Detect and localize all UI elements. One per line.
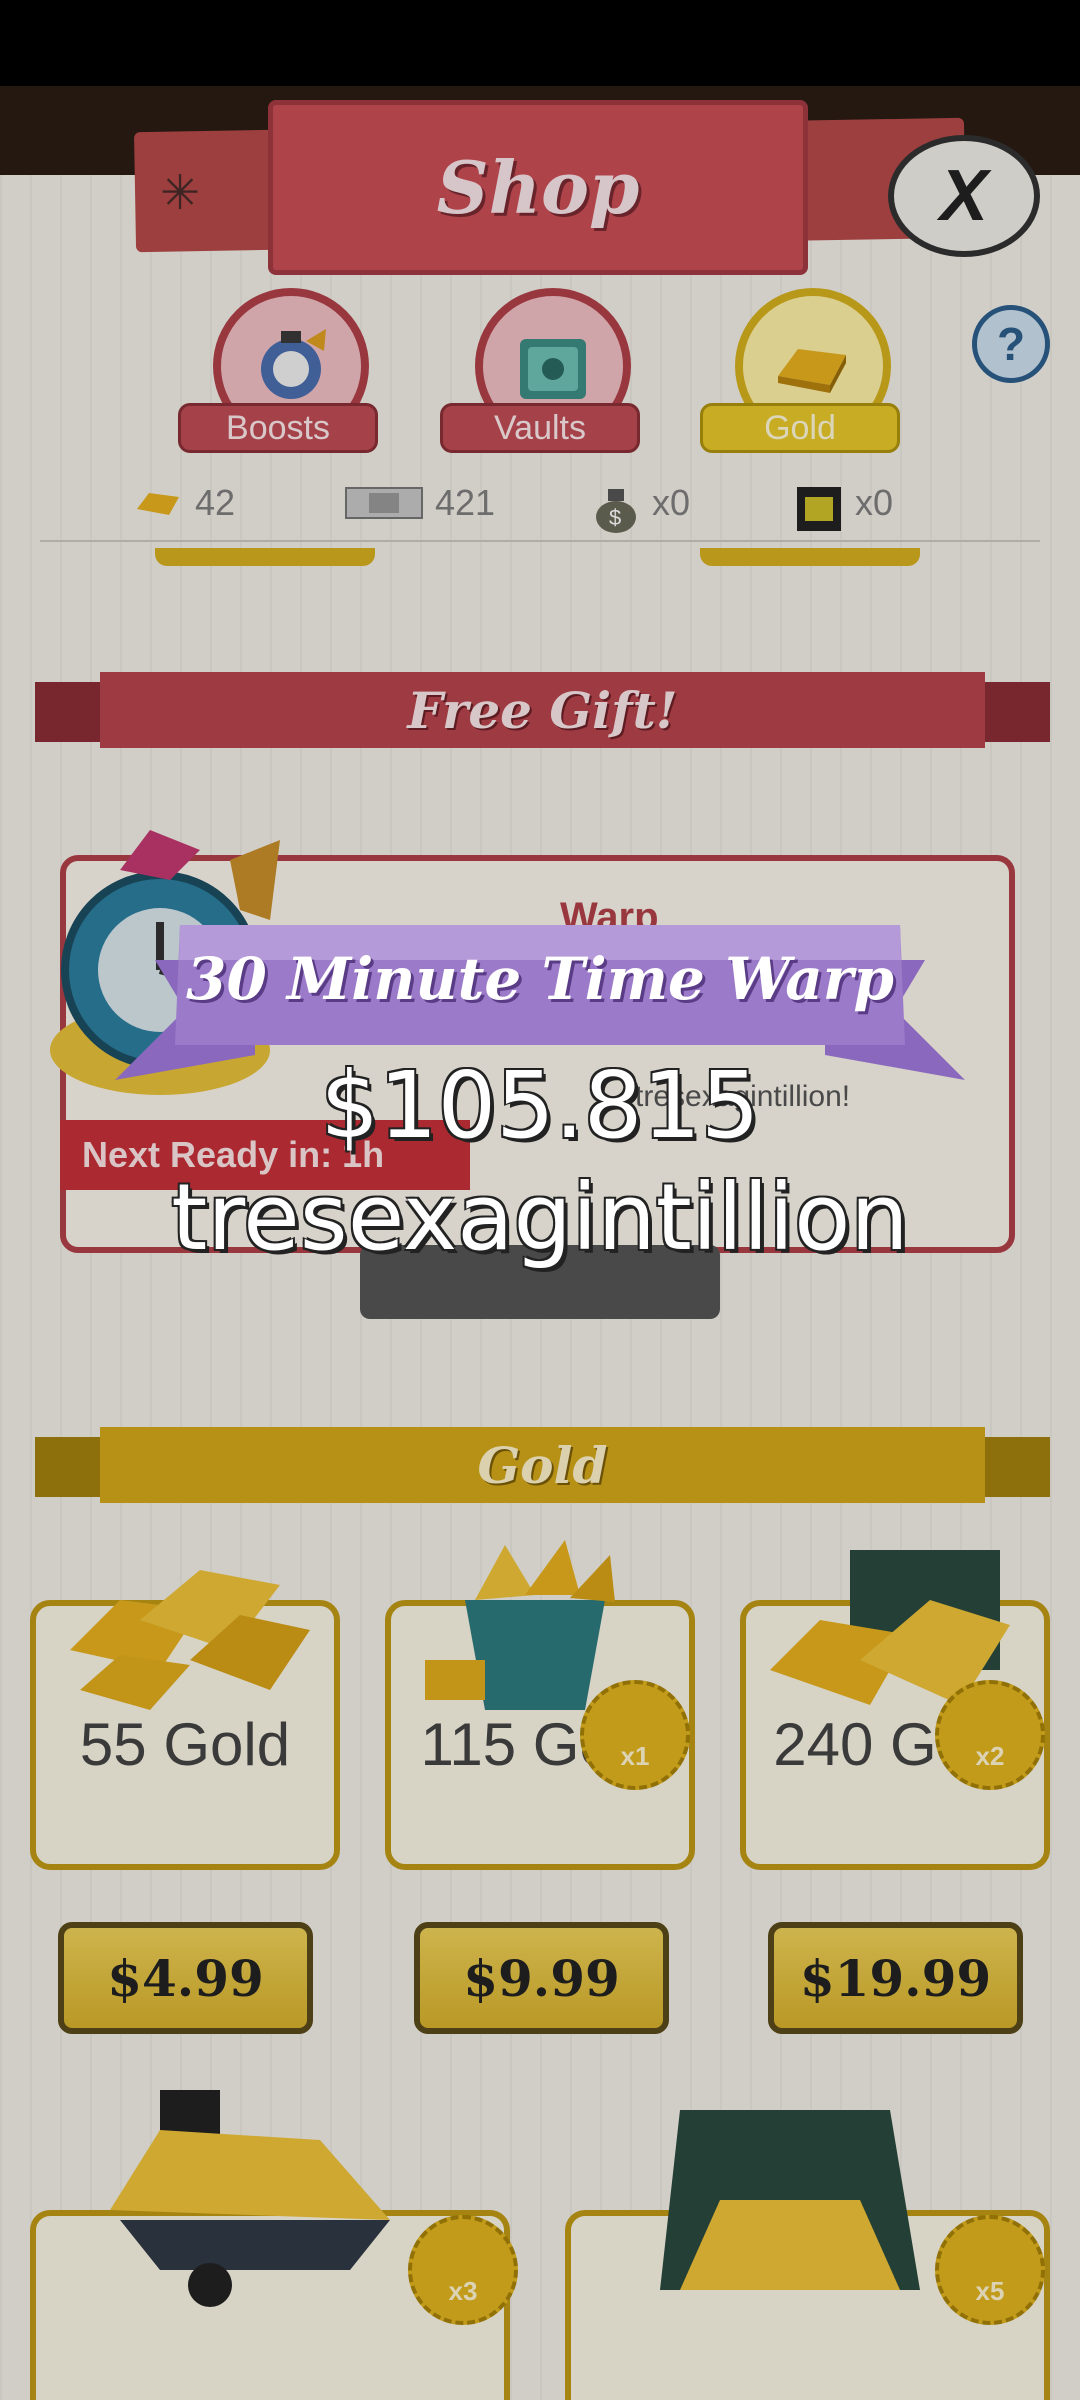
reward-amount: $105.815 tresexagintillion [140,1050,940,1274]
reward-title: 30 Minute Time Warp [186,945,894,1013]
reward-amount-unit: tresexagintillion [171,1164,909,1271]
reward-amount-value: $105.815 [320,1052,760,1159]
